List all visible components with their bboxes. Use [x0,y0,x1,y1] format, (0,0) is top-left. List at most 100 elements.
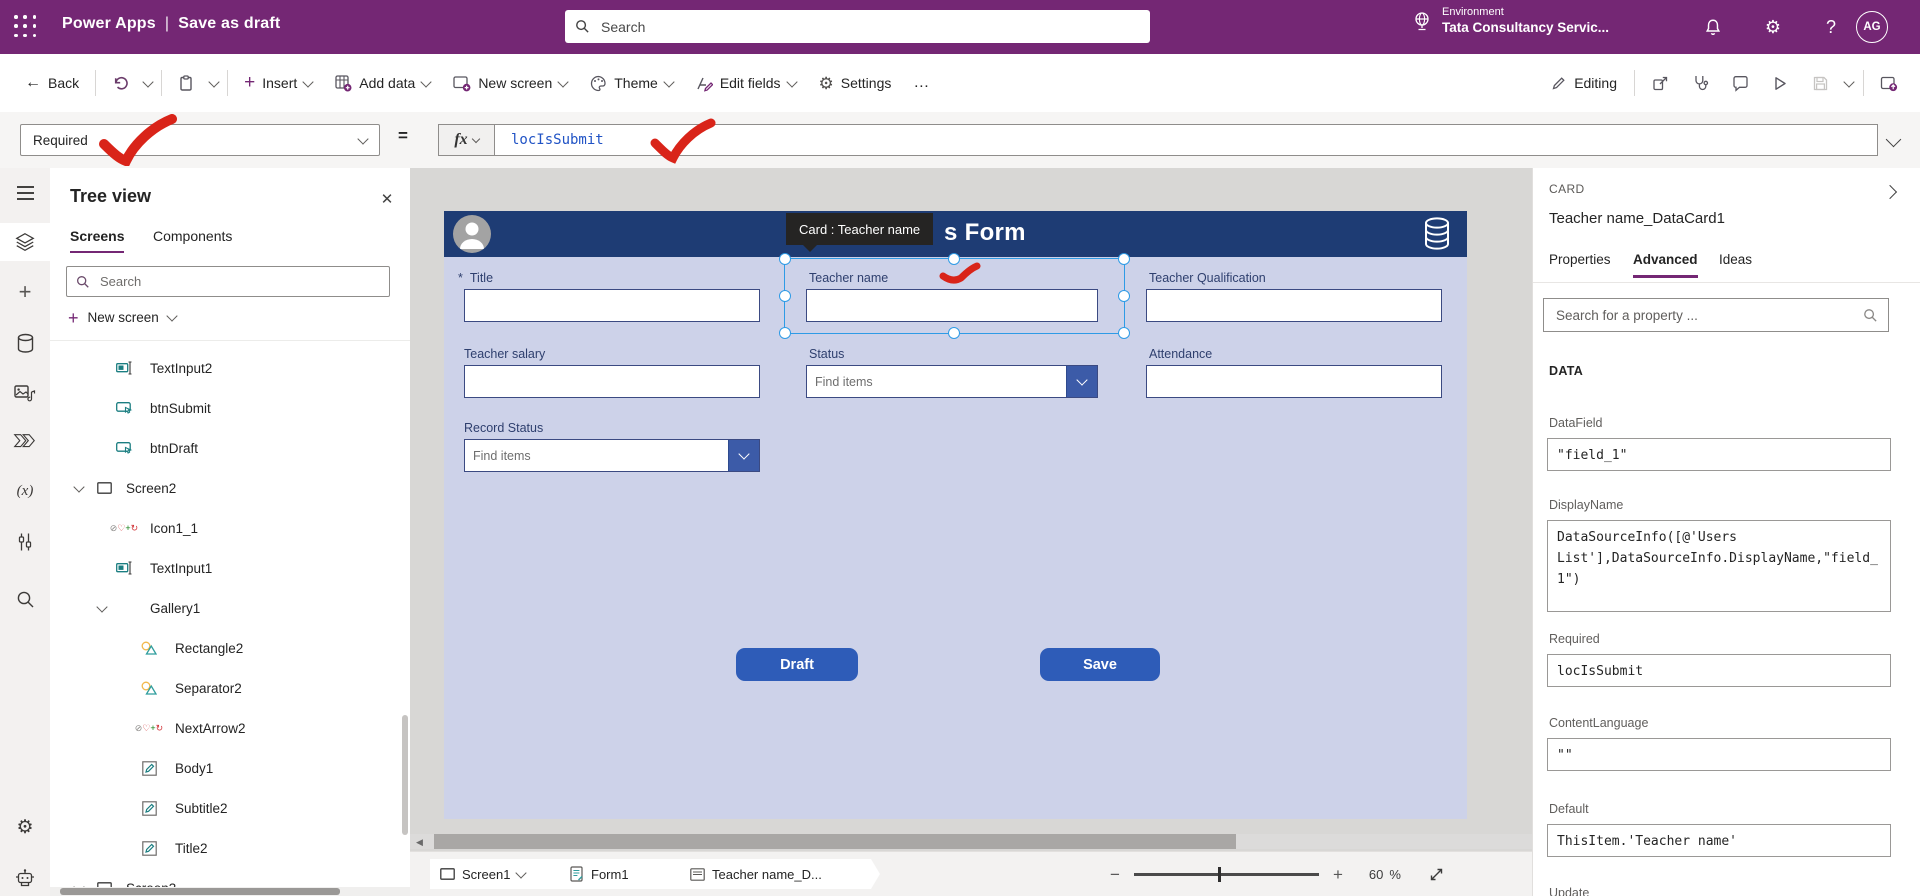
new-screen-button[interactable]: New screen [446,69,574,98]
tree-item[interactable]: btnDraft [50,428,402,468]
canvas-horizontal-scrollbar[interactable]: ◀ [410,834,1532,849]
tree-search[interactable] [66,266,390,297]
tree-search-input[interactable] [98,273,380,290]
preview-button[interactable] [1765,68,1795,98]
edit-fields-button[interactable]: Edit fields [689,69,803,98]
rail-data-button[interactable] [0,324,50,362]
selection-handle[interactable] [779,253,791,265]
back-button[interactable]: ← Back [18,68,86,98]
tree-item[interactable]: ⊘ ♡ + ↻ Icon1_1 [50,508,402,548]
rail-power-automate-button[interactable] [0,423,50,461]
breadcrumb-screen1[interactable]: Screen1 [430,859,576,889]
form-header[interactable]: s Form [444,211,1467,257]
tree-item[interactable]: Body1 [50,748,402,788]
tree-vertical-scrollbar[interactable] [402,715,408,835]
save-dropdown-chevron[interactable] [1843,75,1855,88]
rail-search-button[interactable] [0,580,50,618]
waffle-menu-icon[interactable] [14,15,38,39]
scrollbar-thumb[interactable] [434,834,1236,849]
add-data-button[interactable]: Add data [328,69,437,98]
property-value-datafield[interactable]: "field_1" [1547,438,1891,471]
selection-handle[interactable] [779,290,791,302]
input-teacher-salary[interactable] [464,365,760,398]
tree-close-button[interactable]: ✕ [376,188,398,210]
help-button[interactable]: ? [1818,14,1844,40]
zoom-slider[interactable] [1133,867,1319,883]
fx-selector[interactable]: fx [438,124,494,156]
publish-button[interactable] [1874,68,1904,98]
tab-advanced[interactable]: Advanced [1633,252,1698,278]
tab-screens[interactable]: Screens [70,228,125,253]
chevron-down-icon[interactable] [96,600,108,613]
tree-item[interactable]: Rectangle2 [50,628,402,668]
input-title[interactable] [464,289,760,322]
property-value-default[interactable]: ThisItem.'Teacher name' [1547,824,1891,857]
save-button[interactable] [1805,68,1835,98]
tree-item[interactable]: TextInput2 [50,348,402,388]
dropdown-record-status[interactable]: Find items [464,439,760,472]
dropdown-button[interactable] [728,440,759,471]
dropdown-button[interactable] [1066,366,1097,397]
selection-handle[interactable] [1118,253,1130,265]
formula-input[interactable]: locIsSubmit [494,124,1878,156]
tree-item-screen[interactable]: Screen2 [50,468,402,508]
panel-collapse-button[interactable] [1882,184,1898,202]
rail-virtual-agent-button[interactable] [0,860,50,896]
property-value-required[interactable]: locIsSubmit [1547,654,1891,687]
tree-item[interactable]: btnSubmit [50,388,402,428]
paste-button[interactable] [171,68,201,98]
selection-handle[interactable] [1118,327,1130,339]
chevron-down-icon[interactable] [73,480,85,493]
theme-button[interactable]: Theme [583,69,680,98]
comments-button[interactable] [1725,68,1755,98]
rail-settings-button[interactable]: ⚙ [0,808,50,846]
input-attendance[interactable] [1146,365,1442,398]
tree-item[interactable]: ⊘ ♡ + ↻ NextArrow2 [50,708,402,748]
search-input[interactable] [599,17,1140,36]
avatar-icon[interactable] [453,215,491,253]
paste-dropdown-chevron[interactable] [208,75,220,88]
rail-variables-button[interactable]: (x) [0,472,50,510]
tree-item[interactable]: Subtitle2 [50,788,402,828]
tab-properties[interactable]: Properties [1549,252,1611,275]
selection-handle[interactable] [779,327,791,339]
rail-media-button[interactable] [0,374,50,412]
zoom-in-button[interactable]: + [1333,865,1343,885]
card-selection-outline[interactable] [784,258,1125,334]
tree-item[interactable]: TextInput1 [50,548,402,588]
global-search[interactable] [565,10,1150,43]
rail-tree-view-button[interactable] [0,223,50,261]
zoom-out-button[interactable]: − [1110,865,1120,885]
avatar[interactable]: AG [1856,11,1888,43]
tab-ideas[interactable]: Ideas [1719,252,1752,275]
save-form-button[interactable]: Save [1040,648,1160,681]
settings-toolbar-button[interactable]: ⚙ Settings [812,69,899,98]
scroll-left-icon[interactable]: ◀ [416,837,423,848]
more-commands-button[interactable]: … [907,74,936,92]
formula-bar-expand-button[interactable] [1885,131,1902,150]
tree-item[interactable]: Separator2 [50,668,402,708]
rail-menu-button[interactable] [0,174,50,212]
zoom-slider-thumb[interactable] [1217,867,1222,883]
share-button[interactable] [1645,68,1675,98]
selection-handle[interactable] [948,327,960,339]
tab-components[interactable]: Components [153,228,232,251]
dropdown-status[interactable]: Find items [806,365,1098,398]
rail-insert-button[interactable]: + [0,273,50,311]
selection-handle[interactable] [948,253,960,265]
app-checker-button[interactable] [1685,68,1715,98]
fit-to-window-button[interactable] [1429,867,1444,882]
input-teacher-qualification[interactable] [1146,289,1442,322]
environment-picker[interactable]: Environment Tata Consultancy Servic... [1412,6,1609,36]
draft-button[interactable]: Draft [736,648,858,681]
undo-button[interactable] [105,68,135,98]
breadcrumb-form1[interactable]: Form1 [560,859,694,889]
tree-item-gallery[interactable]: Gallery1 [50,588,402,628]
tree-horizontal-scrollbar[interactable] [50,887,410,896]
property-value-displayname[interactable]: DataSourceInfo([@'Users List'],DataSourc… [1547,520,1891,612]
notifications-button[interactable] [1700,14,1726,40]
tree-item[interactable]: Title2 [50,828,402,868]
property-search[interactable] [1543,298,1889,332]
rail-controls-button[interactable] [0,523,50,561]
property-value-contentlanguage[interactable]: "" [1547,738,1891,771]
